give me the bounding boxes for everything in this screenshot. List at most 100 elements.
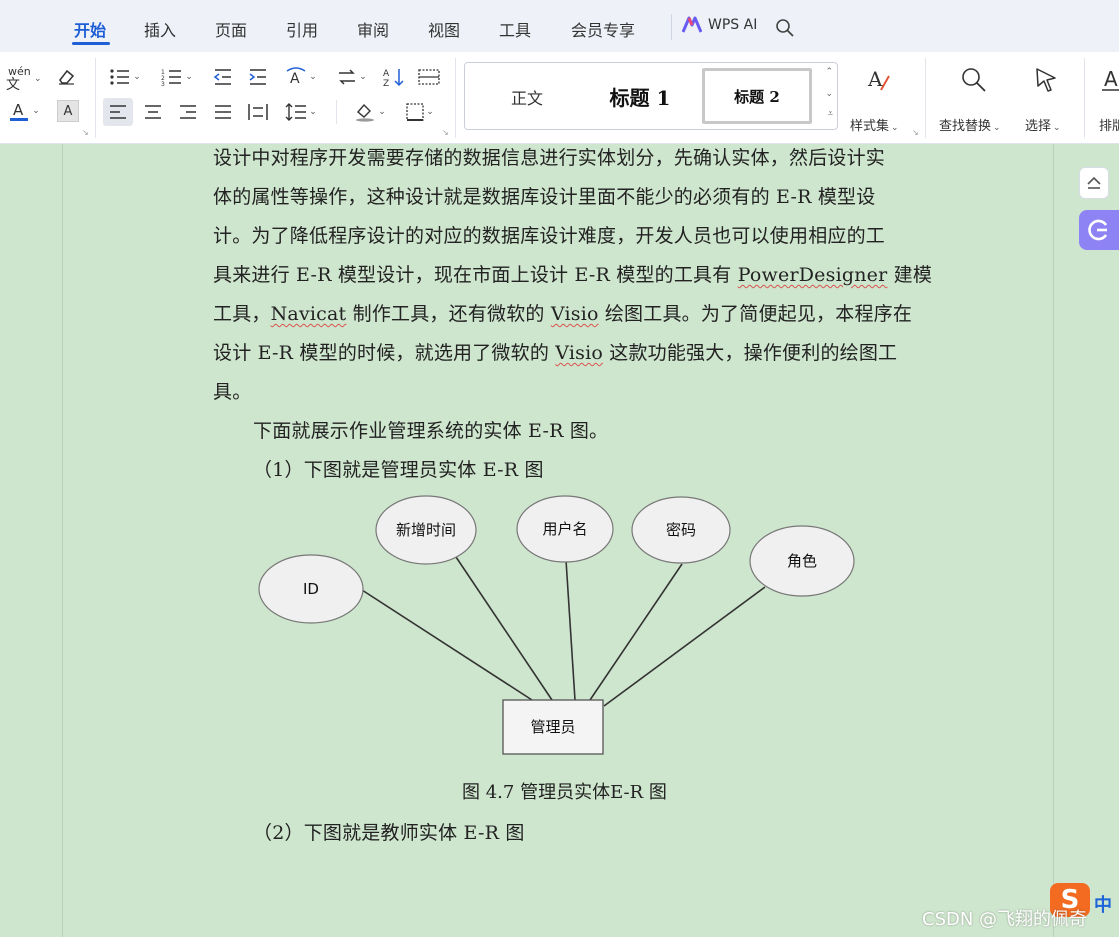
line-break-button[interactable]: ⌄ (333, 64, 371, 90)
clear-format-button[interactable] (53, 64, 79, 90)
style-normal[interactable]: 正文 (487, 85, 567, 109)
show-marks-button[interactable] (416, 64, 442, 90)
bullet-list-button[interactable]: ⌄ (106, 64, 144, 90)
text-direction-icon: A (286, 67, 306, 87)
tab-view[interactable]: 视图 (428, 17, 460, 41)
style-group-expand-icon[interactable]: ↘ (912, 128, 919, 137)
svg-text:A: A (290, 71, 300, 87)
find-replace-label: 查找替换 (939, 119, 992, 134)
tab-review[interactable]: 审阅 (357, 17, 389, 41)
layout-label: 排版 (1099, 119, 1119, 132)
align-left-icon (110, 105, 126, 119)
ribbon-separator (1084, 58, 1085, 138)
ribbon-toolbar: wén 文 ⌄ A ⌄ A ↘ ⌄ 1 2 3 ⌄ A ⌄ ⌄ AZ ⌄ ⌄ ⌄… (0, 52, 1119, 144)
entity-label: 管理员 (530, 718, 575, 736)
style-expand-icon[interactable]: ⩡ (828, 109, 833, 119)
body-line: 设计 E-R 模型的时候，就选用了微软的 Visio 这款功能强大，操作便利的绘… (213, 338, 897, 365)
swap-icon (339, 69, 356, 85)
attribute-label: 用户名 (542, 520, 587, 538)
char-shading-button[interactable]: A (57, 100, 79, 122)
style-gallery: 正文 标题 1 标题 2 ⌃ ⌄ ⩡ (464, 62, 838, 130)
attribute-id[interactable]: ID (258, 554, 364, 624)
wps-ai-button[interactable]: WPS AI (682, 16, 757, 34)
watermark: CSDN @飞翔的佩奇 (922, 909, 1088, 930)
connector-line (603, 586, 766, 707)
body-line: 工具，Navicat 制作工具，还有微软的 Visio 绘图工具。为了简便起见，… (213, 299, 912, 326)
collapse-panel-button[interactable] (1079, 167, 1109, 199)
style-set-label: 样式集 (850, 119, 890, 134)
font-color-button[interactable]: A ⌄ (4, 98, 44, 124)
phonetic-guide-button[interactable]: wén 文 ⌄ (4, 64, 42, 93)
increase-indent-icon (249, 69, 266, 85)
line-spacing-icon (285, 103, 307, 121)
numbered-list-button[interactable]: 1 2 3 ⌄ (158, 64, 196, 90)
align-right-button[interactable] (175, 98, 201, 126)
justify-button[interactable] (210, 98, 236, 126)
align-right-icon (180, 105, 196, 119)
tab-home[interactable]: 开始 (74, 17, 106, 41)
tab-insert[interactable]: 插入 (144, 17, 176, 41)
select-button[interactable]: 选择 ⌄ (1022, 62, 1072, 134)
attribute-label: 新增时间 (396, 521, 456, 539)
active-tab-indicator (72, 42, 110, 45)
style-scroll-up-icon[interactable]: ⌃ (825, 67, 833, 77)
attribute-created-time[interactable]: 新增时间 (375, 495, 477, 565)
font-color-icon: A (10, 101, 29, 121)
shading-button[interactable]: ⌄ (350, 98, 390, 126)
search-icon[interactable] (775, 18, 795, 38)
spellcheck-word[interactable]: Navicat (271, 303, 347, 325)
text-run: 具来进行 E-R 模型设计，现在市面上设计 E-R 模型的工具有 (213, 264, 738, 286)
menu-tab-bar: 开始 插入 页面 引用 审阅 视图 工具 会员专享 WPS AI (0, 0, 1119, 52)
border-button[interactable]: ⌄ (400, 98, 440, 126)
decrease-indent-icon (213, 69, 231, 85)
sort-button[interactable]: AZ (381, 64, 407, 90)
ime-mode-indicator[interactable]: 中 (1094, 891, 1112, 917)
style-set-button[interactable]: A 样式集 ⌄ (848, 62, 910, 134)
layout-icon: A (1102, 67, 1119, 91)
paragraph-group-expand-icon[interactable]: ↘ (442, 128, 449, 137)
spellcheck-word[interactable]: Visio (555, 342, 603, 364)
svg-text:A: A (1104, 67, 1118, 91)
attribute-username[interactable]: 用户名 (516, 495, 614, 563)
numbered-list-icon: 123 (161, 69, 182, 86)
text-direction-button[interactable]: A ⌄ (282, 64, 320, 90)
ai-assistant-button[interactable] (1079, 210, 1119, 250)
connector-line (589, 563, 683, 701)
tab-reference[interactable]: 引用 (286, 17, 318, 41)
spellcheck-word[interactable]: PowerDesigner (738, 264, 888, 286)
svg-text:3: 3 (161, 81, 165, 86)
svg-text:Z: Z (383, 79, 389, 87)
attribute-role[interactable]: 角色 (749, 525, 855, 597)
magnifier-icon (962, 68, 986, 92)
font-group-expand-icon[interactable]: ↘ (82, 128, 89, 137)
style-heading-1[interactable]: 标题 1 (595, 82, 685, 111)
attribute-password[interactable]: 密码 (631, 496, 731, 564)
align-left-button[interactable] (103, 98, 133, 126)
distributed-align-button[interactable] (245, 98, 271, 126)
connector-lines (361, 556, 766, 707)
increase-indent-button[interactable] (245, 64, 271, 90)
attribute-label: ID (303, 580, 319, 598)
style-heading-2[interactable]: 标题 2 (702, 68, 812, 124)
tab-tools[interactable]: 工具 (499, 17, 531, 41)
body-line: （1）下图就是管理员实体 E-R 图 (253, 459, 544, 481)
style-scroll-down-icon[interactable]: ⌄ (825, 89, 833, 99)
spellcheck-word[interactable]: Visio (551, 303, 599, 325)
paint-bucket-icon (356, 103, 375, 122)
tab-member[interactable]: 会员专享 (571, 17, 635, 41)
tab-page[interactable]: 页面 (215, 17, 247, 41)
style-heading-2-label: 标题 2 (734, 88, 780, 106)
bullet-list-icon (110, 69, 130, 85)
body-line: 下面就展示作业管理系统的实体 E-R 图。 (253, 420, 609, 442)
er-diagram[interactable]: ID 新增时间 用户名 密码 角色 管理员 (240, 490, 880, 770)
align-center-button[interactable] (140, 98, 166, 126)
sort-icon: AZ (383, 69, 404, 87)
layout-button[interactable]: A 排版 (1096, 62, 1119, 132)
connector-line (361, 589, 533, 701)
line-spacing-button[interactable]: ⌄ (282, 98, 320, 126)
body-line: 具。 (213, 381, 252, 403)
ribbon-separator (95, 58, 96, 138)
entity-admin[interactable]: 管理员 (502, 699, 604, 755)
decrease-indent-button[interactable] (210, 64, 236, 90)
find-replace-button[interactable]: 查找替换 ⌄ (936, 62, 1016, 134)
